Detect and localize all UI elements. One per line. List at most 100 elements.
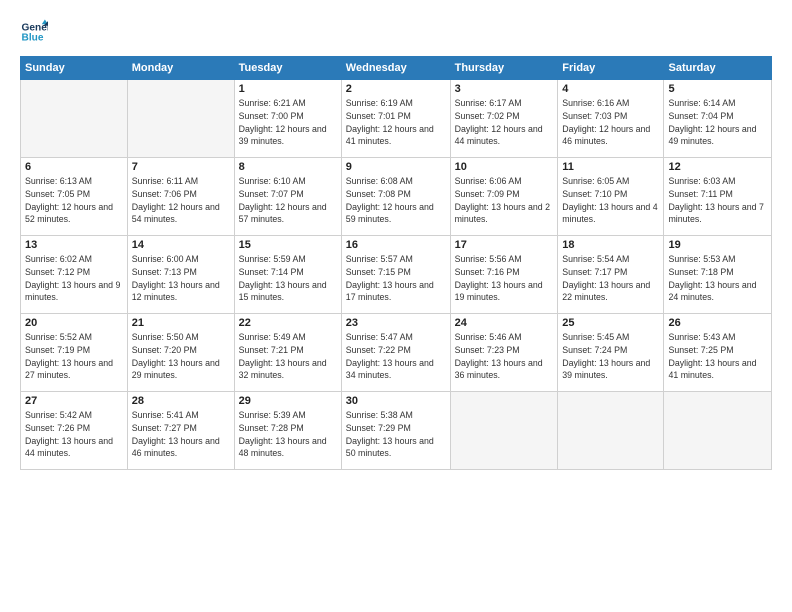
day-cell: 13 Sunrise: 6:02 AMSunset: 7:12 PMDayligh…	[21, 236, 128, 314]
day-cell: 3 Sunrise: 6:17 AMSunset: 7:02 PMDaylight…	[450, 80, 558, 158]
day-cell: 18 Sunrise: 5:54 AMSunset: 7:17 PMDayligh…	[558, 236, 664, 314]
week-row-1: 1 Sunrise: 6:21 AMSunset: 7:00 PMDaylight…	[21, 80, 772, 158]
day-number: 22	[239, 317, 337, 329]
day-cell: 1 Sunrise: 6:21 AMSunset: 7:00 PMDaylight…	[234, 80, 341, 158]
page: General Blue SundayMondayTuesdayWednesda…	[0, 0, 792, 612]
day-number: 10	[455, 161, 554, 173]
day-cell: 27 Sunrise: 5:42 AMSunset: 7:26 PMDayligh…	[21, 392, 128, 470]
day-cell: 25 Sunrise: 5:45 AMSunset: 7:24 PMDayligh…	[558, 314, 664, 392]
header: General Blue	[20, 18, 772, 46]
day-number: 9	[346, 161, 446, 173]
day-cell: 20 Sunrise: 5:52 AMSunset: 7:19 PMDayligh…	[21, 314, 128, 392]
day-number: 7	[132, 161, 230, 173]
column-header-sunday: Sunday	[21, 57, 128, 80]
day-number: 30	[346, 395, 446, 407]
day-info: Sunrise: 5:53 AMSunset: 7:18 PMDaylight:…	[668, 253, 767, 304]
day-cell: 8 Sunrise: 6:10 AMSunset: 7:07 PMDaylight…	[234, 158, 341, 236]
week-row-3: 13 Sunrise: 6:02 AMSunset: 7:12 PMDayligh…	[21, 236, 772, 314]
day-cell: 6 Sunrise: 6:13 AMSunset: 7:05 PMDaylight…	[21, 158, 128, 236]
day-number: 11	[562, 161, 659, 173]
day-number: 19	[668, 239, 767, 251]
day-number: 12	[668, 161, 767, 173]
day-number: 25	[562, 317, 659, 329]
day-number: 16	[346, 239, 446, 251]
column-header-monday: Monday	[127, 57, 234, 80]
calendar-header-row: SundayMondayTuesdayWednesdayThursdayFrid…	[21, 57, 772, 80]
day-info: Sunrise: 5:46 AMSunset: 7:23 PMDaylight:…	[455, 331, 554, 382]
day-info: Sunrise: 5:41 AMSunset: 7:27 PMDaylight:…	[132, 409, 230, 460]
day-info: Sunrise: 5:49 AMSunset: 7:21 PMDaylight:…	[239, 331, 337, 382]
day-number: 28	[132, 395, 230, 407]
day-info: Sunrise: 5:47 AMSunset: 7:22 PMDaylight:…	[346, 331, 446, 382]
day-number: 3	[455, 83, 554, 95]
day-number: 4	[562, 83, 659, 95]
week-row-5: 27 Sunrise: 5:42 AMSunset: 7:26 PMDayligh…	[21, 392, 772, 470]
day-info: Sunrise: 6:17 AMSunset: 7:02 PMDaylight:…	[455, 97, 554, 148]
logo-icon: General Blue	[20, 18, 48, 46]
day-cell: 11 Sunrise: 6:05 AMSunset: 7:10 PMDayligh…	[558, 158, 664, 236]
week-row-2: 6 Sunrise: 6:13 AMSunset: 7:05 PMDaylight…	[21, 158, 772, 236]
day-info: Sunrise: 6:05 AMSunset: 7:10 PMDaylight:…	[562, 175, 659, 226]
day-number: 18	[562, 239, 659, 251]
day-number: 29	[239, 395, 337, 407]
day-number: 8	[239, 161, 337, 173]
day-cell: 4 Sunrise: 6:16 AMSunset: 7:03 PMDaylight…	[558, 80, 664, 158]
day-cell	[450, 392, 558, 470]
day-info: Sunrise: 6:00 AMSunset: 7:13 PMDaylight:…	[132, 253, 230, 304]
svg-text:Blue: Blue	[22, 33, 44, 44]
day-cell	[127, 80, 234, 158]
day-cell: 15 Sunrise: 5:59 AMSunset: 7:14 PMDayligh…	[234, 236, 341, 314]
day-number: 27	[25, 395, 123, 407]
column-header-wednesday: Wednesday	[341, 57, 450, 80]
logo: General Blue	[20, 18, 48, 46]
day-number: 15	[239, 239, 337, 251]
day-info: Sunrise: 5:50 AMSunset: 7:20 PMDaylight:…	[132, 331, 230, 382]
day-number: 23	[346, 317, 446, 329]
day-cell: 28 Sunrise: 5:41 AMSunset: 7:27 PMDayligh…	[127, 392, 234, 470]
day-info: Sunrise: 5:57 AMSunset: 7:15 PMDaylight:…	[346, 253, 446, 304]
day-cell: 12 Sunrise: 6:03 AMSunset: 7:11 PMDayligh…	[664, 158, 772, 236]
day-info: Sunrise: 5:56 AMSunset: 7:16 PMDaylight:…	[455, 253, 554, 304]
day-info: Sunrise: 6:13 AMSunset: 7:05 PMDaylight:…	[25, 175, 123, 226]
day-number: 2	[346, 83, 446, 95]
day-cell: 23 Sunrise: 5:47 AMSunset: 7:22 PMDayligh…	[341, 314, 450, 392]
day-info: Sunrise: 5:42 AMSunset: 7:26 PMDaylight:…	[25, 409, 123, 460]
day-info: Sunrise: 5:54 AMSunset: 7:17 PMDaylight:…	[562, 253, 659, 304]
column-header-thursday: Thursday	[450, 57, 558, 80]
day-number: 1	[239, 83, 337, 95]
day-info: Sunrise: 6:06 AMSunset: 7:09 PMDaylight:…	[455, 175, 554, 226]
day-number: 14	[132, 239, 230, 251]
day-cell: 21Sunrise: 5:50 AMSunset: 7:20 PMDayligh…	[127, 314, 234, 392]
day-info: Sunrise: 6:11 AMSunset: 7:06 PMDaylight:…	[132, 175, 230, 226]
day-info: Sunrise: 5:38 AMSunset: 7:29 PMDaylight:…	[346, 409, 446, 460]
day-info: Sunrise: 6:10 AMSunset: 7:07 PMDaylight:…	[239, 175, 337, 226]
day-cell: 10 Sunrise: 6:06 AMSunset: 7:09 PMDayligh…	[450, 158, 558, 236]
day-number: 26	[668, 317, 767, 329]
day-cell	[558, 392, 664, 470]
day-cell: 9 Sunrise: 6:08 AMSunset: 7:08 PMDaylight…	[341, 158, 450, 236]
day-info: Sunrise: 6:08 AMSunset: 7:08 PMDaylight:…	[346, 175, 446, 226]
day-cell: 7 Sunrise: 6:11 AMSunset: 7:06 PMDaylight…	[127, 158, 234, 236]
day-number: 20	[25, 317, 123, 329]
day-info: Sunrise: 6:14 AMSunset: 7:04 PMDaylight:…	[668, 97, 767, 148]
day-cell: 17Sunrise: 5:56 AMSunset: 7:16 PMDayligh…	[450, 236, 558, 314]
week-row-4: 20 Sunrise: 5:52 AMSunset: 7:19 PMDayligh…	[21, 314, 772, 392]
day-info: Sunrise: 6:21 AMSunset: 7:00 PMDaylight:…	[239, 97, 337, 148]
day-cell	[21, 80, 128, 158]
day-info: Sunrise: 5:52 AMSunset: 7:19 PMDaylight:…	[25, 331, 123, 382]
day-cell: 29 Sunrise: 5:39 AMSunset: 7:28 PMDayligh…	[234, 392, 341, 470]
day-info: Sunrise: 6:02 AMSunset: 7:12 PMDaylight:…	[25, 253, 123, 304]
day-number: 13	[25, 239, 123, 251]
day-info: Sunrise: 5:45 AMSunset: 7:24 PMDaylight:…	[562, 331, 659, 382]
day-info: Sunrise: 5:43 AMSunset: 7:25 PMDaylight:…	[668, 331, 767, 382]
day-cell: 24 Sunrise: 5:46 AMSunset: 7:23 PMDayligh…	[450, 314, 558, 392]
day-number: 24	[455, 317, 554, 329]
day-info: Sunrise: 5:59 AMSunset: 7:14 PMDaylight:…	[239, 253, 337, 304]
day-info: Sunrise: 6:16 AMSunset: 7:03 PMDaylight:…	[562, 97, 659, 148]
day-cell: 2Sunrise: 6:19 AMSunset: 7:01 PMDaylight…	[341, 80, 450, 158]
day-number: 6	[25, 161, 123, 173]
day-info: Sunrise: 6:03 AMSunset: 7:11 PMDaylight:…	[668, 175, 767, 226]
day-cell: 19 Sunrise: 5:53 AMSunset: 7:18 PMDayligh…	[664, 236, 772, 314]
day-info: Sunrise: 5:39 AMSunset: 7:28 PMDaylight:…	[239, 409, 337, 460]
calendar-body: 1 Sunrise: 6:21 AMSunset: 7:00 PMDaylight…	[21, 80, 772, 470]
